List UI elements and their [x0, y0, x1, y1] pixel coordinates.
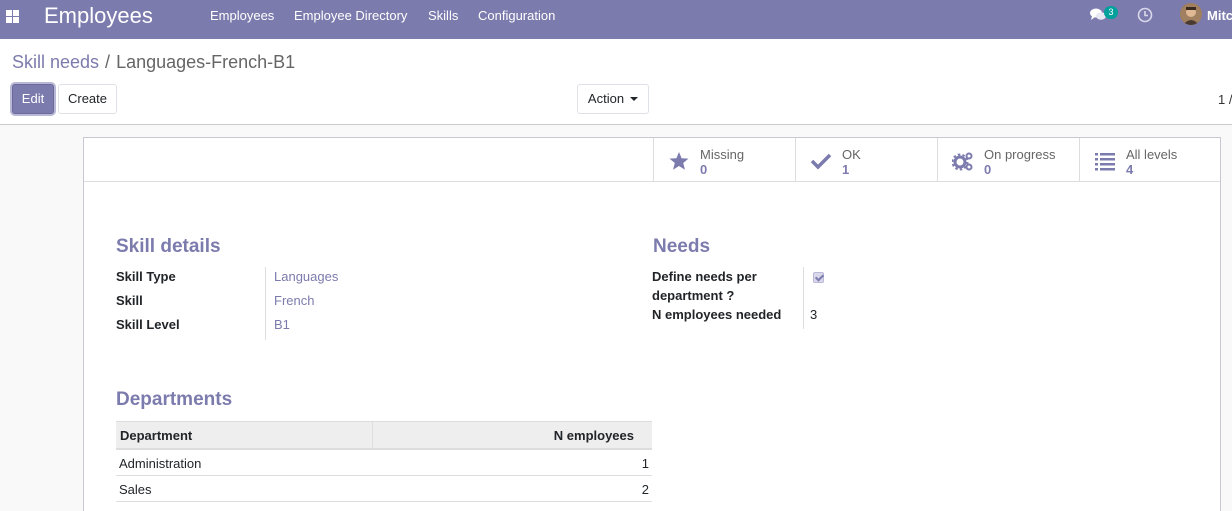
breadcrumb-separator: /	[105, 52, 111, 72]
breadcrumb: Skill needs / Languages-French-B1	[12, 52, 295, 73]
column-divider	[372, 422, 373, 449]
menu-employees[interactable]: Employees	[210, 8, 274, 23]
skill-details-title: Skill details	[116, 236, 221, 257]
department-cell: Sales	[119, 482, 152, 497]
column-header-department[interactable]: Department	[120, 428, 192, 443]
missing-stat-button[interactable]: Missing 0	[653, 138, 795, 182]
table-row[interactable]: Administration 1	[116, 450, 652, 476]
app-title[interactable]: Employees	[44, 4, 153, 28]
skill-level-label: Skill Level	[116, 317, 180, 332]
breadcrumb-parent-link[interactable]: Skill needs	[12, 52, 99, 72]
edit-button[interactable]: Edit	[12, 84, 54, 114]
menu-skills[interactable]: Skills	[428, 8, 458, 23]
all-levels-stat-button[interactable]: All levels 4	[1079, 138, 1221, 182]
on-progress-value: 0	[984, 162, 992, 177]
apps-menu-icon[interactable]	[6, 10, 19, 23]
ok-stat-button[interactable]: OK 1	[795, 138, 937, 182]
field-divider	[265, 267, 266, 340]
list-icon	[1095, 153, 1115, 171]
table-row[interactable]: Sales 2	[116, 476, 652, 502]
user-name[interactable]: Mitc	[1207, 8, 1232, 23]
menu-configuration[interactable]: Configuration	[478, 8, 555, 23]
caret-down-icon	[630, 96, 639, 101]
ok-label: OK	[842, 147, 861, 162]
skill-value[interactable]: French	[274, 293, 314, 308]
needs-divider	[803, 267, 804, 329]
n-employees-cell: 2	[641, 482, 649, 497]
breadcrumb-current: Languages-French-B1	[116, 52, 296, 72]
ok-value: 1	[842, 162, 850, 177]
skill-level-value[interactable]: B1	[274, 317, 290, 332]
n-employees-needed-label: N employees needed	[652, 307, 782, 322]
define-needs-checkbox[interactable]	[813, 272, 824, 283]
form-sheet: Missing 0 OK 1 On progress 0 All levels …	[83, 137, 1221, 511]
skill-label: Skill	[116, 293, 143, 308]
column-header-n-employees[interactable]: N employees	[554, 428, 634, 443]
n-employees-needed-value[interactable]: 3	[810, 307, 817, 322]
missing-value: 0	[700, 162, 708, 177]
chat-count-badge: 3	[1104, 6, 1118, 19]
table-header: Department N employees	[116, 421, 652, 450]
create-button[interactable]: Create	[58, 84, 117, 114]
department-cell: Administration	[119, 456, 202, 471]
clock-icon[interactable]	[1137, 7, 1153, 23]
user-avatar[interactable]	[1180, 3, 1202, 25]
star-icon	[669, 152, 689, 170]
define-needs-label-line2: department ?	[652, 288, 735, 303]
menu-employee-directory[interactable]: Employee Directory	[294, 8, 407, 23]
all-levels-value: 4	[1126, 162, 1134, 177]
smart-button-box: Missing 0 OK 1 On progress 0 All levels …	[84, 138, 1220, 182]
departments-title: Departments	[116, 389, 233, 410]
action-label: Action	[587, 91, 625, 106]
gears-icon	[952, 152, 973, 171]
pager[interactable]: 1 /	[1218, 92, 1232, 107]
departments-table: Department N employees Administration 1 …	[116, 421, 652, 502]
top-navbar: Employees Employees Employee Directory S…	[0, 0, 1232, 39]
n-employees-cell: 1	[641, 456, 649, 471]
all-levels-label: All levels	[1126, 147, 1178, 162]
missing-label: Missing	[700, 147, 745, 162]
on-progress-stat-button[interactable]: On progress 0	[937, 138, 1079, 182]
check-icon	[810, 153, 832, 170]
skill-type-value[interactable]: Languages	[274, 269, 338, 284]
skill-type-label: Skill Type	[116, 269, 176, 284]
action-dropdown-button[interactable]: Action	[577, 84, 649, 114]
on-progress-label: On progress	[984, 147, 1056, 162]
needs-title: Needs	[653, 236, 711, 257]
define-needs-label: Define needs per	[652, 269, 757, 284]
